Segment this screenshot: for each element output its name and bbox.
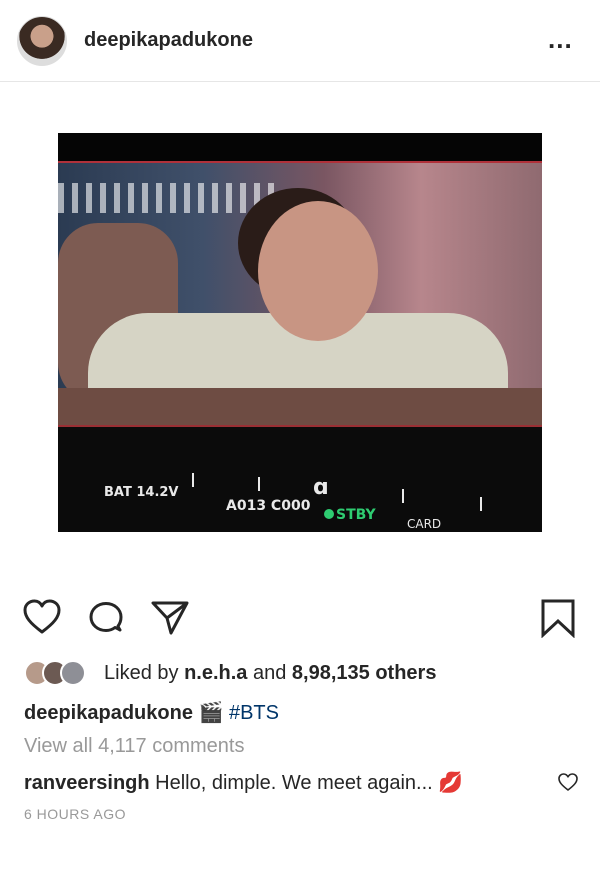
hud-focus-icon: ɑ [313, 475, 329, 500]
comment-icon[interactable] [86, 598, 126, 638]
kiss-icon: 💋 [438, 772, 464, 794]
comment-text: Hello, dimple. We meet again... [155, 772, 433, 794]
likes-count[interactable]: 8,98,135 others [292, 662, 437, 684]
hud-tick [192, 473, 194, 487]
comment-item: ranveersingh Hello, dimple. We meet agai… [24, 770, 463, 795]
comment-like-heart-icon[interactable] [557, 772, 579, 792]
caption-username[interactable]: deepikapadukone [24, 702, 193, 724]
hud-clip: A013 C000 [226, 498, 311, 514]
camera-hud: BAT 14.2V A013 C000 ɑ STBY CARD [58, 427, 542, 532]
post-username[interactable]: deepikapadukone [84, 29, 253, 52]
likes-text: Liked by n.e.h.a and 8,98,135 others [104, 662, 436, 685]
post-image[interactable]: BAT 14.2V A013 C000 ɑ STBY CARD [58, 133, 542, 532]
share-icon[interactable] [150, 598, 190, 638]
hud-card: CARD [407, 517, 442, 531]
bookmark-icon[interactable] [540, 598, 576, 638]
likes-and: and [252, 662, 287, 684]
liker-avatars [24, 660, 96, 686]
hud-tick [258, 477, 260, 491]
liker-username[interactable]: n.e.h.a [184, 662, 247, 684]
hud-tick [402, 489, 404, 503]
post-caption: deepikapadukone 🎬 #BTS [24, 700, 279, 725]
action-bar [0, 598, 600, 640]
more-options-icon[interactable]: ... [548, 26, 573, 52]
hud-status: STBY [324, 507, 376, 523]
clapperboard-icon: 🎬 [198, 702, 224, 724]
profile-avatar[interactable] [17, 16, 67, 66]
post-header: deepikapadukone ... [0, 0, 600, 82]
post-timestamp: 6 HOURS AGO [24, 806, 126, 822]
heart-icon[interactable] [22, 598, 62, 636]
status-dot-icon [324, 509, 334, 519]
likes-prefix: Liked by [104, 662, 179, 684]
avatar [60, 660, 86, 686]
hud-tick [480, 497, 482, 511]
comment-username[interactable]: ranveersingh [24, 772, 150, 794]
background-lights [58, 183, 278, 213]
photo-scene [58, 163, 542, 425]
person-face [258, 201, 378, 341]
view-all-comments-link[interactable]: View all 4,117 comments [24, 735, 244, 758]
hashtag-link[interactable]: #BTS [229, 702, 279, 724]
hud-battery: BAT 14.2V [104, 485, 179, 500]
table-surface [58, 388, 542, 425]
